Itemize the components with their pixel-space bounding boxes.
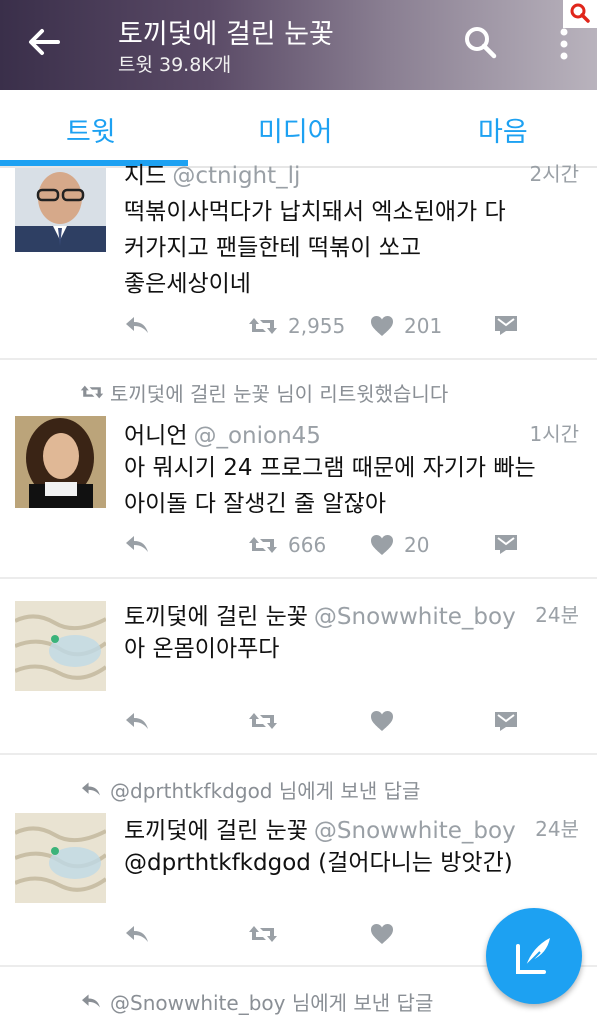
author-name: 토끼덫에 걸린 눈꽃 [124,604,308,630]
tweet-time: 2시간 [529,162,579,186]
tweet-author: 어니언 @_onion45 [124,416,321,450]
tab-tweets[interactable]: 트윗 [66,110,116,149]
dm-button[interactable] [493,533,519,555]
reply-button[interactable] [124,314,150,336]
context-text: @dprthtkfkdgod 님에게 보낸 답글 [110,779,421,803]
retweet-icon [249,318,277,334]
more-vertical-icon[interactable] [550,24,578,64]
tweet-time: 24분 [535,817,579,841]
avatar[interactable] [15,168,106,252]
heart-icon [371,535,393,555]
author-handle[interactable]: @Snowwhite_boy [314,604,516,630]
tweet-actions: 666 20 [0,533,597,563]
retweet-icon [249,713,277,729]
heart-icon [371,316,393,336]
tweet-text-line: 아이돌 다 잘생긴 줄 알잖아 [124,491,387,517]
tweet-text: 아 온몸이아푸다 [124,631,279,667]
context-text: @Snowwhite_boy 님에게 보낸 답글 [110,991,434,1015]
tab-likes[interactable]: 마음 [478,110,528,149]
reply-icon [126,317,148,333]
reply-button[interactable] [124,923,150,945]
tweet-item[interactable]: 토끼덫에 걸린 눈꽃 님이 리트윗했습니다 어니언 @_onion45 1시간 아… [0,360,597,578]
author-handle[interactable]: @_onion45 [193,423,320,449]
reply-icon [82,782,100,796]
avatar[interactable] [15,416,106,508]
author-name: 지드 [124,163,167,189]
tweet-text: 아 뭐시기 24 프로그램 때문에 자기가 빠는 아이돌 다 잘생긴 줄 알잖아 [124,450,536,522]
like-button[interactable]: 20 [370,533,429,557]
zoom-badge [563,0,597,28]
tweet-author: 토끼덫에 걸린 눈꽃 @Snowwhite_boy [124,811,516,845]
heart-icon [371,711,393,731]
reply-icon [82,994,100,1008]
dm-button[interactable] [493,710,519,732]
reply-context: @Snowwhite_boy 님에게 보낸 답글 [80,987,433,1016]
arrow-left-icon[interactable] [24,22,64,62]
profile-header: 토끼덫에 걸린 눈꽃 트윗 39.8K개 [0,0,597,90]
compose-icon [516,938,550,974]
retweet-context: 토끼덫에 걸린 눈꽃 님이 리트윗했습니다 [80,378,448,407]
tweet-text: 떡볶이사먹다가 납치돼서 엑소된애가 다 커가지고 팬들한테 떡볶이 쏘고 좋은… [124,194,506,302]
tab-media[interactable]: 미디어 [258,110,333,149]
reply-button[interactable] [124,533,150,555]
avatar[interactable] [15,601,106,691]
tweet-text: @dprthtkfkdgod (걸어다니는 방앗간) [124,845,513,881]
retweet-count: 2,955 [288,314,346,338]
like-count: 20 [404,533,430,557]
reply-icon [126,536,148,552]
author-name: 어니언 [124,423,188,449]
retweet-button[interactable]: 666 [248,533,326,557]
tweet-actions: 2,955 201 [0,314,597,344]
reply-icon [126,713,148,729]
retweet-icon [249,537,277,553]
avatar[interactable] [15,813,106,903]
author-name: 토끼덫에 걸린 눈꽃 [124,818,308,844]
tweet-text-line: 좋은세상이네 [124,271,251,297]
profile-title: 토끼덫에 걸린 눈꽃 [118,19,334,50]
like-count: 201 [404,314,443,338]
author-handle[interactable]: @ctnight_lj [172,163,300,189]
reply-context: @dprthtkfkdgod 님에게 보낸 답글 [80,775,420,804]
tweet-time: 24분 [535,603,579,627]
tweet-text-line: 아 뭐시기 24 프로그램 때문에 자기가 빠는 [124,455,536,481]
tweet-actions [0,710,597,740]
author-handle[interactable]: @Snowwhite_boy [314,818,516,844]
tweet-text-line: @dprthtkfkdgod (걸어다니는 방앗간) [124,850,513,876]
compose-tweet-button[interactable] [486,908,582,1004]
direct-message-icon [495,535,517,554]
tweet-text-line: 아 온몸이아푸다 [124,636,280,662]
retweet-icon [80,385,104,399]
reply-button[interactable] [124,710,150,732]
heart-icon [371,924,393,944]
tweet-item[interactable]: 지드 @ctnight_lj 2시간 떡볶이사먹다가 납치돼서 엑소된애가 다 커… [0,162,597,360]
retweet-count: 666 [288,533,327,557]
retweet-button[interactable]: 2,955 [248,314,345,338]
direct-message-icon [495,316,517,335]
retweet-icon [249,926,277,942]
tweet-count: 트윗 39.8K개 [118,54,232,76]
tweet-text-line: 커가지고 팬들한테 떡볶이 쏘고 [124,235,422,261]
tweet-item[interactable]: 토끼덫에 걸린 눈꽃 @Snowwhite_boy 24분 아 온몸이아푸다 [0,579,597,753]
like-button[interactable] [370,923,394,945]
search-icon[interactable] [462,24,498,60]
like-button[interactable]: 201 [370,314,442,338]
direct-message-icon [495,712,517,731]
tweet-author: 지드 @ctnight_lj [124,156,300,190]
magnifier-icon [570,3,590,23]
reply-icon [126,926,148,942]
retweet-button[interactable] [248,923,278,945]
tweet-time: 1시간 [529,422,579,446]
tweet-text-line: 떡볶이사먹다가 납치돼서 엑소된애가 다 [124,199,506,225]
dm-button[interactable] [493,314,519,336]
tweet-author: 토끼덫에 걸린 눈꽃 @Snowwhite_boy [124,597,516,631]
context-text: 토끼덫에 걸린 눈꽃 님이 리트윗했습니다 [110,382,449,406]
like-button[interactable] [370,710,394,732]
retweet-button[interactable] [248,710,278,732]
